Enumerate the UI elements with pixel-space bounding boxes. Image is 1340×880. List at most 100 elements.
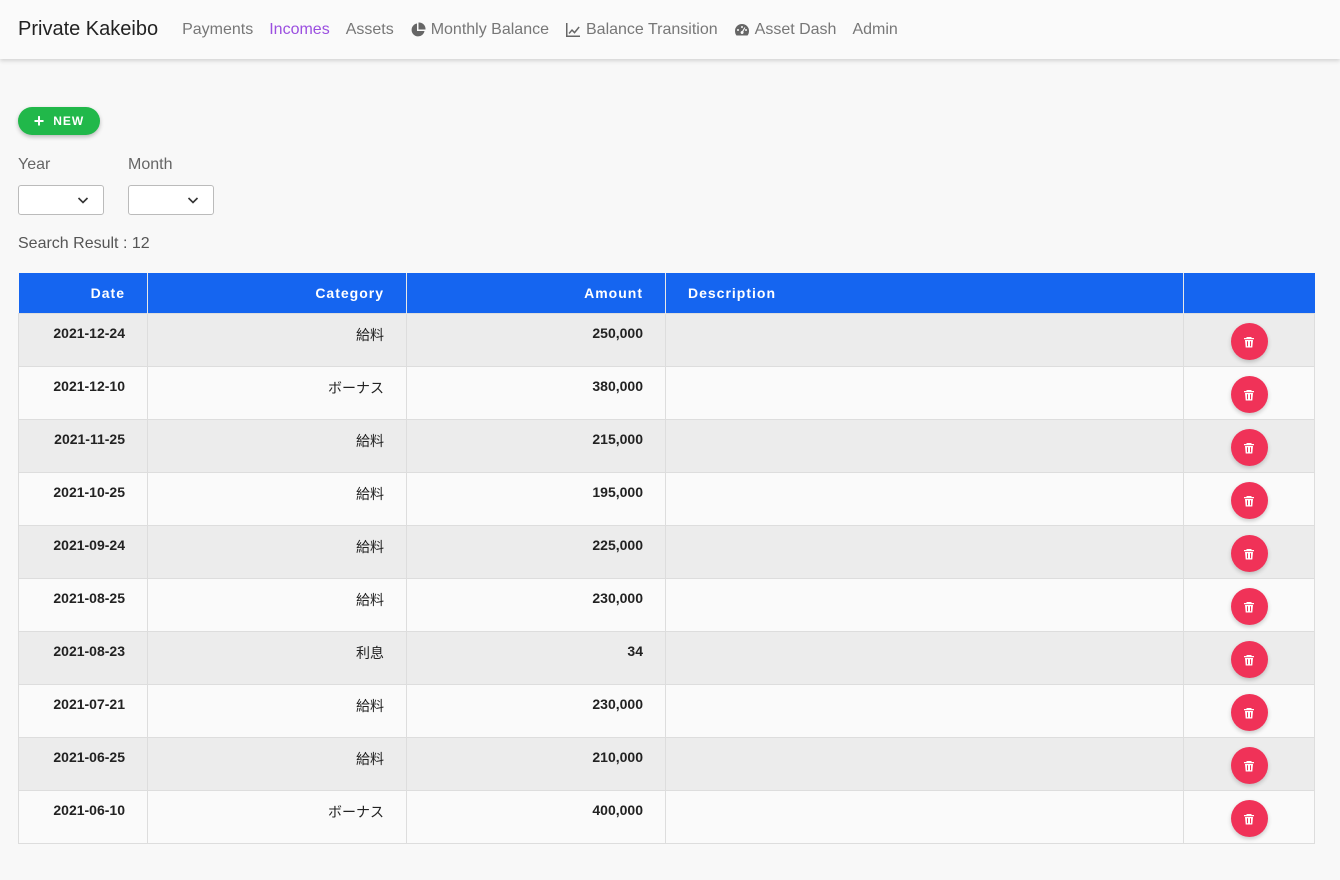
header-category[interactable]: Category: [147, 273, 407, 314]
table-row[interactable]: 2021-09-24 給料 225,000: [18, 525, 1315, 579]
cell-category: ボーナス: [147, 366, 407, 420]
pie-chart-icon: [411, 21, 426, 36]
delete-button[interactable]: [1230, 747, 1268, 784]
cell-amount: 230,000: [406, 578, 666, 632]
cell-amount: 230,000: [406, 684, 666, 738]
nav-assets[interactable]: Assets: [346, 21, 394, 39]
table-row[interactable]: 2021-10-25 給料 195,000: [18, 472, 1315, 526]
cell-date: 2021-07-21: [18, 684, 148, 738]
cell-actions: [1183, 472, 1315, 526]
table-row[interactable]: 2021-06-10 ボーナス 400,000: [18, 790, 1315, 844]
chevron-down-icon: [77, 197, 89, 204]
cell-category: 給料: [147, 313, 407, 367]
cell-amount: 195,000: [406, 472, 666, 526]
nav-balance-transition[interactable]: Balance Transition: [565, 21, 718, 39]
cell-date: 2021-10-25: [18, 472, 148, 526]
delete-button[interactable]: [1230, 429, 1268, 466]
cell-description: [665, 684, 1184, 738]
nav-assets-label: Assets: [345, 20, 394, 38]
cell-date: 2021-08-25: [18, 578, 148, 632]
delete-button[interactable]: [1230, 694, 1268, 731]
cell-actions: [1183, 631, 1315, 685]
cell-amount: 210,000: [406, 737, 666, 791]
cell-description: [665, 313, 1184, 367]
new-button-label: NEW: [53, 114, 85, 128]
cell-category: 給料: [147, 525, 407, 579]
delete-button[interactable]: [1230, 800, 1268, 837]
header-actions: [1183, 273, 1315, 314]
cell-actions: [1183, 525, 1315, 579]
nav-payments-label: Payments: [182, 20, 254, 38]
table-body: 2021-12-24 給料 250,000 2021-12-10 ボーナス 380,000…: [18, 313, 1315, 844]
table-row[interactable]: 2021-08-25 給料 230,000: [18, 578, 1315, 632]
cell-amount: 225,000: [406, 525, 666, 579]
table-row[interactable]: 2021-07-21 給料 230,000: [18, 684, 1315, 738]
nav-incomes[interactable]: Incomes: [269, 21, 329, 39]
cell-date: 2021-12-24: [18, 313, 148, 367]
cell-category: ボーナス: [147, 790, 407, 844]
trash-icon: [1244, 495, 1254, 506]
nav-admin-label: Admin: [852, 20, 898, 38]
nav-asset-dash-label: Asset Dash: [754, 20, 837, 38]
cell-description: [665, 631, 1184, 685]
cell-description: [665, 578, 1184, 632]
table-row[interactable]: 2021-11-25 給料 215,000: [18, 419, 1315, 473]
delete-button[interactable]: [1230, 323, 1268, 360]
year-select[interactable]: [18, 185, 104, 215]
cell-category: 給料: [147, 419, 407, 473]
top-navbar: Private Kakeibo Payments Incomes Assets …: [0, 0, 1340, 59]
table-row[interactable]: 2021-12-10 ボーナス 380,000: [18, 366, 1315, 420]
table-header-row: Date Category Amount Description: [18, 273, 1315, 314]
table-row[interactable]: 2021-08-23 利息 34: [18, 631, 1315, 685]
nav-balance-transition-label: Balance Transition: [586, 20, 718, 38]
cell-amount: 215,000: [406, 419, 666, 473]
new-income-button[interactable]: + NEW: [18, 107, 100, 135]
delete-button[interactable]: [1230, 376, 1268, 413]
cell-category: 給料: [147, 578, 407, 632]
cell-actions: [1183, 790, 1315, 844]
cell-description: [665, 472, 1184, 526]
nav-incomes-label: Incomes: [269, 20, 330, 38]
cell-date: 2021-08-23: [18, 631, 148, 685]
header-description[interactable]: Description: [665, 273, 1184, 314]
plus-icon: +: [33, 110, 46, 131]
nav-payments[interactable]: Payments: [182, 21, 253, 39]
cell-actions: [1183, 313, 1315, 367]
cell-description: [665, 419, 1184, 473]
nav-admin[interactable]: Admin: [852, 21, 897, 39]
trash-icon: [1244, 707, 1254, 718]
search-result-count: Search Result : 12: [18, 235, 150, 252]
delete-button[interactable]: [1230, 535, 1268, 572]
cell-actions: [1183, 578, 1315, 632]
cell-date: 2021-11-25: [18, 419, 148, 473]
delete-button[interactable]: [1230, 482, 1268, 519]
nav-asset-dash[interactable]: Asset Dash: [734, 20, 837, 39]
table-row[interactable]: 2021-12-24 給料 250,000: [18, 313, 1315, 367]
delete-button[interactable]: [1230, 588, 1268, 625]
cell-amount: 380,000: [406, 366, 666, 420]
cell-date: 2021-12-10: [18, 366, 148, 420]
table-row[interactable]: 2021-06-25 給料 210,000: [18, 737, 1315, 791]
delete-button[interactable]: [1230, 641, 1268, 678]
header-amount[interactable]: Amount: [406, 273, 666, 314]
year-label: Year: [18, 156, 51, 173]
trash-icon: [1244, 601, 1254, 612]
trash-icon: [1244, 336, 1254, 347]
header-date[interactable]: Date: [18, 273, 148, 314]
trash-icon: [1244, 389, 1254, 400]
trash-icon: [1244, 548, 1254, 559]
month-select[interactable]: [128, 185, 214, 215]
cell-actions: [1183, 366, 1315, 420]
line-chart-icon: [566, 22, 580, 37]
cell-actions: [1183, 684, 1315, 738]
cell-description: [665, 366, 1184, 420]
trash-icon: [1244, 442, 1254, 453]
chevron-down-icon: [187, 197, 199, 204]
app-brand[interactable]: Private Kakeibo: [18, 18, 158, 41]
cell-category: 給料: [147, 472, 407, 526]
cell-date: 2021-09-24: [18, 525, 148, 579]
cell-description: [665, 790, 1184, 844]
cell-amount: 34: [406, 631, 666, 685]
nav-monthly-balance[interactable]: Monthly Balance: [410, 21, 549, 39]
cell-description: [665, 525, 1184, 579]
